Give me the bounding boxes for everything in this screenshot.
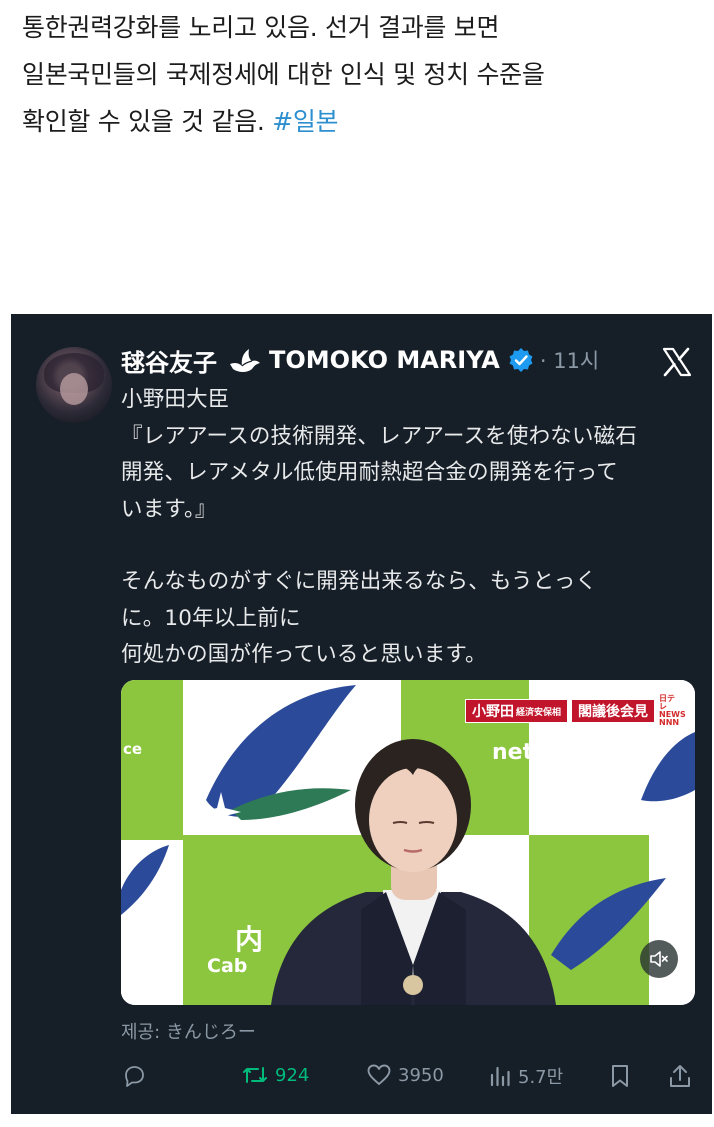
backdrop-text-office: net Office bbox=[492, 740, 612, 765]
heart-icon bbox=[367, 1064, 391, 1085]
caption-title: 閣議後会見 bbox=[571, 699, 656, 723]
views-count: 5.7만 bbox=[518, 1067, 564, 1088]
tweet-header: 毬谷友子 TOMOKO MARIYA · 11시 bbox=[121, 341, 599, 379]
views-chart-icon bbox=[490, 1066, 510, 1087]
reply-icon bbox=[125, 1066, 144, 1087]
backdrop-text-cab: Cab bbox=[207, 955, 248, 977]
tweet-time[interactable]: · 11시 bbox=[540, 345, 599, 375]
post-line-3-text: 확인할 수 있을 것 같음. bbox=[22, 107, 273, 136]
retweet-button[interactable]: 924 bbox=[241, 1063, 309, 1087]
bookmark-button[interactable] bbox=[609, 1063, 637, 1089]
post-line-1: 통한권력강화를 노리고 있음. 선거 결과를 보면 bbox=[22, 13, 500, 42]
author-name-en[interactable]: TOMOKO MARIYA bbox=[269, 346, 500, 374]
tweet-body-line: 開発、レアメタル低使用耐熱超合金の開発を行って bbox=[121, 460, 618, 485]
post-text: 통한권력강화를 노리고 있음. 선거 결과를 보면 일본국민들의 국제정세에 대… bbox=[22, 4, 702, 145]
tweet-actions: 924 3950 5.7만 bbox=[11, 1059, 712, 1099]
tweet-body-line: 『レアアースの技術開発、レアアースを使わない磁石 bbox=[121, 423, 638, 449]
backdrop-text-ce: ce bbox=[123, 740, 143, 758]
x-logo-icon[interactable] bbox=[661, 346, 693, 378]
like-button[interactable]: 3950 bbox=[366, 1063, 444, 1087]
speaker-muted-icon bbox=[650, 951, 668, 967]
tweet-body-line: に。10年以上前に bbox=[121, 605, 301, 631]
share-button[interactable] bbox=[668, 1063, 698, 1089]
news-logo: 日テレNEWS NNN bbox=[659, 694, 686, 727]
video-player[interactable]: net Office ce Cab 内 小野田 経済安保相 閣議後会見 日テレN… bbox=[121, 680, 695, 1005]
tweet-body-line: 小野田大臣 bbox=[121, 387, 230, 412]
embedded-tweet[interactable]: 毬谷友子 TOMOKO MARIYA · 11시 小野田大臣 『レアアースの技術… bbox=[11, 314, 712, 1114]
tweet-body: 小野田大臣 『レアアースの技術開発、レアアースを使わない磁石 開発、レアメタル低… bbox=[121, 382, 701, 674]
like-count: 3950 bbox=[398, 1064, 444, 1086]
tweet-body-line: います。』 bbox=[121, 496, 217, 522]
tweet-body-line: そんなものがすぐに開発出来るなら、もうとっく bbox=[121, 569, 598, 594]
verified-badge-icon bbox=[509, 348, 533, 372]
avatar[interactable] bbox=[36, 347, 112, 423]
tweet-body-line: 何処かの国が作っていると思います。 bbox=[121, 642, 487, 667]
hashtag-link[interactable]: #일본 bbox=[272, 107, 338, 136]
media-credit: 제공: きんじろー bbox=[121, 1022, 256, 1043]
author-name-jp[interactable]: 毬谷友子 bbox=[121, 343, 217, 378]
backdrop-text-naikaku: 内 bbox=[235, 923, 264, 956]
news-caption: 小野田 経済安保相 閣議後会見 日テレNEWS NNN bbox=[465, 695, 686, 727]
views-button[interactable]: 5.7만 bbox=[488, 1063, 563, 1089]
reply-button[interactable] bbox=[121, 1063, 153, 1089]
retweet-icon bbox=[243, 1067, 267, 1083]
dove-icon bbox=[230, 349, 260, 372]
caption-role-text: 経済安保相 bbox=[516, 707, 562, 718]
post-line-2: 일본국민들의 국제정세에 대한 인식 및 정치 수준을 bbox=[22, 60, 545, 89]
mute-button[interactable] bbox=[640, 940, 678, 978]
caption-name-text: 小野田 bbox=[472, 704, 514, 720]
bookmark-icon bbox=[612, 1065, 628, 1087]
caption-name: 小野田 経済安保相 bbox=[465, 699, 569, 723]
share-icon bbox=[670, 1065, 690, 1087]
retweet-count: 924 bbox=[275, 1064, 310, 1086]
post-line-3: 확인할 수 있을 것 같음. #일본 bbox=[22, 98, 702, 145]
